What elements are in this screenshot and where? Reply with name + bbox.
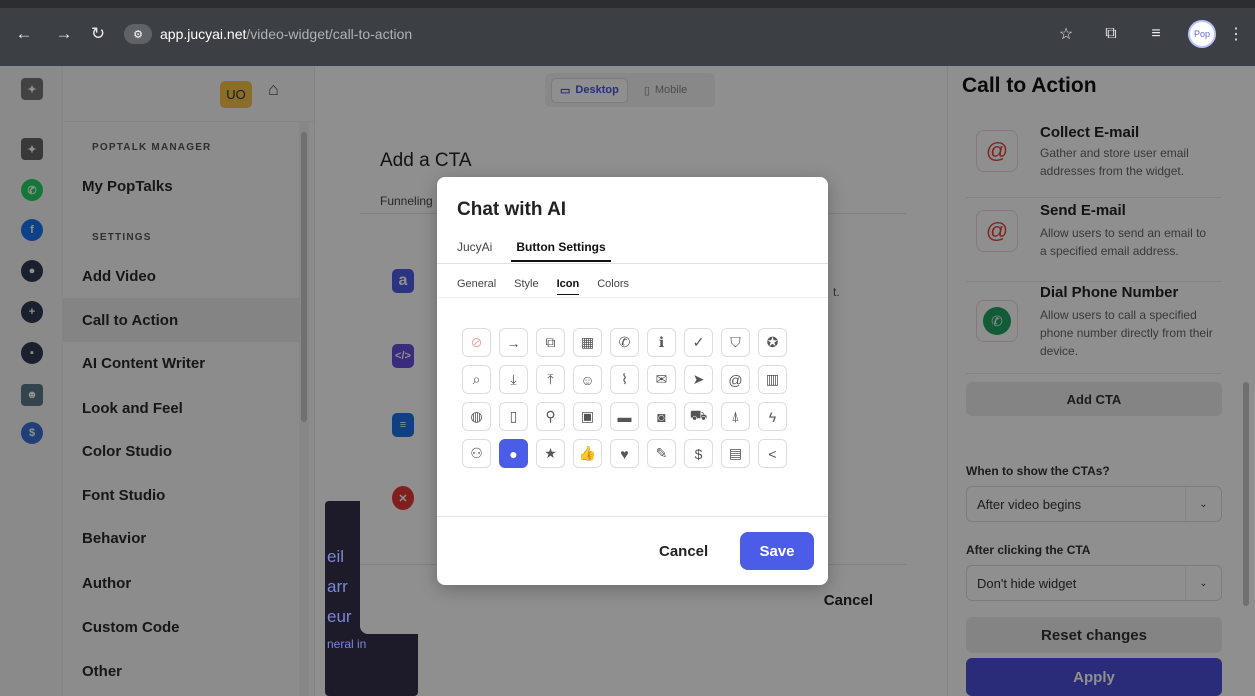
extensions-icon[interactable]: ⧉ [1097, 18, 1125, 50]
subtab-general[interactable]: General [457, 278, 496, 295]
card-text: eil [327, 547, 345, 566]
icon-option[interactable]: ⚇ [462, 439, 491, 468]
icon-option[interactable]: ▣ [573, 402, 602, 431]
icon-option[interactable]: ☺ [573, 365, 602, 394]
media-queue-icon[interactable]: ≡ [1142, 18, 1170, 50]
url-path: /video-widget/call-to-action [246, 26, 413, 42]
tab-strip [0, 0, 1255, 8]
icon-option[interactable]: ϟ [758, 402, 787, 431]
icon-option[interactable]: ▯ [499, 402, 528, 431]
icon-option[interactable]: ⍋ [721, 402, 750, 431]
subtab-icon[interactable]: Icon [556, 278, 580, 295]
icon-grid: ⊘ → ⧉ ▦ ✆ ℹ ✓ ⛉ ✪ ⌕ ⤓ ⤒ ☺ ⌇ ✉ ➤ @ ▥ ◍ ▯ ⚲ ▣ ▬ ◙ ⛟ ⍋ ϟ ⚇ ● ★ 👍 ♥ ✎ $ ▤ < [462, 328, 787, 468]
icon-option[interactable]: ⌇ [610, 365, 639, 394]
icon-option[interactable]: ★ [536, 439, 565, 468]
icon-option[interactable]: ✆ [610, 328, 639, 357]
icon-option[interactable]: ⊘ [462, 328, 491, 357]
address-bar[interactable]: ⚙ app.jucyai.net/video-widget/call-to-ac… [124, 18, 1107, 50]
card-text: neral in [327, 637, 367, 651]
icon-option[interactable]: ➤ [684, 365, 713, 394]
icon-option[interactable]: $ [684, 439, 713, 468]
close-icon: ✕ [392, 486, 414, 510]
icon-option[interactable]: ⛟ [684, 402, 713, 431]
tab-jucyai[interactable]: JucyAi [457, 240, 492, 262]
divider [437, 263, 828, 264]
url-host: app.jucyai.net [160, 26, 247, 42]
icon-option[interactable]: ℹ [647, 328, 676, 357]
icon-option[interactable]: ⌕ [462, 365, 491, 394]
icon-option[interactable]: ⤓ [499, 365, 528, 394]
icon-option[interactable]: @ [721, 365, 750, 394]
card-text: eur [327, 607, 352, 626]
icon-option[interactable]: ◍ [462, 402, 491, 431]
icon-option[interactable]: ● [499, 439, 528, 468]
icon-option[interactable]: ✉ [647, 365, 676, 394]
icon-option[interactable]: ⧉ [536, 328, 565, 357]
subtab-row: General Style Icon Colors [457, 278, 629, 295]
icon-option[interactable]: ⤒ [536, 365, 565, 394]
bookmark-star-icon[interactable]: ☆ [1052, 18, 1080, 50]
cancel-button[interactable]: Cancel [659, 543, 708, 560]
icon-option[interactable]: ▥ [758, 365, 787, 394]
subtab-style[interactable]: Style [514, 278, 538, 295]
profile-avatar[interactable]: Pop [1188, 20, 1216, 48]
icon-option[interactable]: → [499, 328, 528, 357]
divider [437, 516, 828, 517]
card-text: arr [327, 577, 348, 596]
icon-option[interactable]: ⚲ [536, 402, 565, 431]
tab-button-settings[interactable]: Button Settings [511, 240, 611, 262]
trailing-text: t. [833, 285, 840, 299]
subtab-colors[interactable]: Colors [597, 278, 629, 295]
save-button[interactable]: Save [740, 532, 814, 570]
site-settings-icon[interactable]: ⚙ [124, 24, 152, 44]
icon-option[interactable]: 👍 [573, 439, 602, 468]
code-icon: </> [392, 344, 414, 368]
icon-option[interactable]: ✎ [647, 439, 676, 468]
doc-icon: ≡ [392, 413, 414, 437]
icon-option[interactable]: < [758, 439, 787, 468]
divider [437, 297, 828, 298]
tab-funneling[interactable]: Funneling [380, 194, 433, 208]
icon-option[interactable]: ▬ [610, 402, 639, 431]
icon-option[interactable]: ✓ [684, 328, 713, 357]
modal-title: Add a CTA [380, 150, 472, 171]
chat-with-ai-modal: Chat with AI JucyAi Button Settings Gene… [437, 177, 828, 585]
icon-option[interactable]: ✪ [758, 328, 787, 357]
icon-option[interactable]: ⛉ [721, 328, 750, 357]
modal-title: Chat with AI [457, 199, 567, 220]
icon-option[interactable]: ◙ [647, 402, 676, 431]
jucyai-icon: a [392, 269, 414, 293]
menu-kebab-icon[interactable]: ⋮ [1222, 18, 1250, 50]
tab-row: JucyAi Button Settings [457, 240, 611, 262]
icon-option[interactable]: ▦ [573, 328, 602, 357]
forward-icon[interactable]: → [50, 18, 78, 50]
browser-toolbar: ← → ↻ ⚙ app.jucyai.net/video-widget/call… [0, 0, 1255, 66]
icon-option[interactable]: ♥ [610, 439, 639, 468]
back-icon[interactable]: ← [10, 18, 38, 50]
icon-option[interactable]: ▤ [721, 439, 750, 468]
reload-icon[interactable]: ↻ [84, 18, 112, 50]
cancel-button[interactable]: Cancel [824, 592, 873, 609]
